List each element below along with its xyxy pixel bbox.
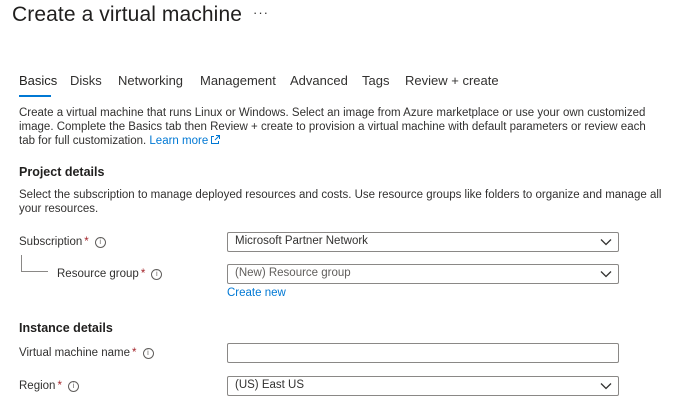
intro-line-3: tab for full customization. — [19, 135, 147, 147]
subscription-value: Microsoft Partner Network — [235, 235, 368, 247]
project-details-heading: Project details — [19, 165, 105, 179]
info-icon[interactable]: i — [67, 381, 79, 392]
region-select[interactable]: (US) East US — [227, 376, 619, 396]
instance-details-heading: Instance details — [19, 321, 113, 335]
tree-connector-vertical — [21, 255, 22, 271]
chevron-down-icon — [600, 383, 612, 390]
project-details-desc-2: your resources. — [19, 203, 99, 215]
subscription-label: Subscription — [19, 236, 83, 248]
vm-name-label-group: Virtual machine name * i — [19, 347, 154, 359]
required-marker: * — [57, 380, 62, 392]
learn-more-label: Learn more — [149, 135, 209, 147]
intro-line-1: Create a virtual machine that runs Linux… — [19, 107, 646, 119]
required-marker: * — [84, 236, 89, 248]
info-icon[interactable]: i — [94, 237, 106, 248]
subscription-select[interactable]: Microsoft Partner Network — [227, 232, 619, 252]
subscription-label-group: Subscription * i — [19, 236, 106, 248]
resource-group-value: (New) Resource group — [235, 267, 351, 279]
more-options-icon[interactable]: ··· — [253, 5, 269, 20]
tab-advanced[interactable]: Advanced — [290, 73, 348, 88]
project-details-desc-1: Select the subscription to manage deploy… — [19, 189, 662, 201]
required-marker: * — [132, 347, 137, 359]
required-marker: * — [140, 268, 146, 280]
resource-group-select[interactable]: (New) Resource group — [227, 264, 619, 284]
create-new-link[interactable]: Create new — [227, 287, 286, 299]
vm-name-label: Virtual machine name — [19, 347, 131, 359]
page-title: Create a virtual machine — [12, 3, 243, 26]
tab-networking[interactable]: Networking — [118, 73, 183, 88]
tab-tags[interactable]: Tags — [362, 73, 389, 88]
region-label-group: Region * i — [19, 380, 79, 392]
tab-management[interactable]: Management — [200, 73, 276, 88]
region-label: Region — [19, 380, 56, 392]
vm-name-input[interactable] — [227, 343, 619, 363]
tab-basics[interactable]: Basics — [19, 73, 57, 88]
tab-disks[interactable]: Disks — [70, 73, 102, 88]
learn-more-link[interactable]: Learn more — [149, 135, 221, 147]
resource-group-label: Resource group — [57, 268, 139, 280]
intro-line-2: image. Complete the Basics tab then Revi… — [19, 121, 646, 133]
external-link-icon — [211, 135, 221, 144]
region-value: (US) East US — [235, 379, 305, 391]
intro-line-3-container: tab for full customization. Learn more — [19, 134, 221, 149]
info-icon[interactable]: i — [151, 269, 163, 280]
tree-connector-horizontal — [21, 271, 48, 272]
chevron-down-icon — [600, 271, 612, 278]
info-icon[interactable]: i — [142, 348, 154, 359]
chevron-down-icon — [600, 239, 612, 246]
active-tab-indicator — [19, 95, 51, 97]
resource-group-label-group: Resource group * i — [57, 268, 163, 280]
tab-review-create[interactable]: Review + create — [405, 73, 499, 88]
